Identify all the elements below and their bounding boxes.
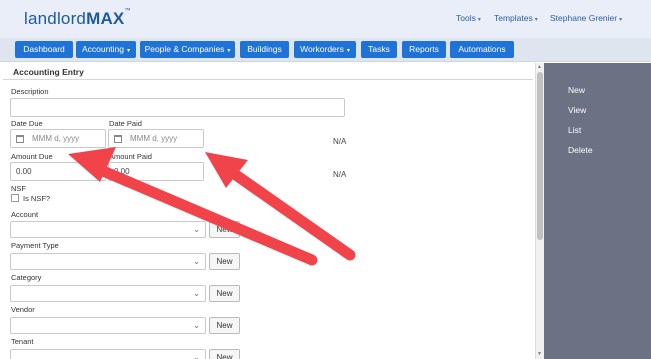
new-vendor-button[interactable]: New xyxy=(209,317,240,334)
chevron-down-icon: ▾ xyxy=(346,48,350,54)
payment-type-select[interactable]: ⌄ xyxy=(10,253,206,270)
tenant-label: Tenant xyxy=(11,337,34,346)
top-header: landlordMAX™ Tools ▾ Templates ▾ Stephane … xyxy=(0,0,651,38)
amount-due-input[interactable]: 0.00 xyxy=(10,162,106,181)
nsf-checkbox[interactable] xyxy=(11,194,19,202)
accounting-entry-form: Accounting Entry Description Date Due Da… xyxy=(0,63,536,359)
chevron-down-icon: ⌄ xyxy=(193,257,200,266)
nav-people-companies[interactable]: People & Companies ▾ xyxy=(140,41,235,58)
chevron-down-icon: ▾ xyxy=(127,48,131,54)
section-divider xyxy=(3,79,533,80)
vendor-label: Vendor xyxy=(11,305,35,314)
date-due-input[interactable]: MMM d, yyyy xyxy=(10,129,106,148)
chevron-down-icon: ⌄ xyxy=(193,321,200,330)
vendor-select[interactable]: ⌄ xyxy=(10,317,206,334)
templates-menu[interactable]: Templates ▾ xyxy=(494,13,538,23)
description-input[interactable] xyxy=(10,98,345,117)
nav-dashboard[interactable]: Dashboard xyxy=(15,41,73,58)
nsf-checkbox-label: Is NSF? xyxy=(23,194,51,203)
sidebar-item-delete[interactable]: Delete xyxy=(568,145,593,155)
action-sidebar: New View List Delete xyxy=(544,63,651,359)
nsf-label: NSF xyxy=(11,184,26,193)
nav-workorders[interactable]: Workorders ▾ xyxy=(294,41,356,58)
sidebar-item-new[interactable]: New xyxy=(568,85,585,95)
new-category-button[interactable]: New xyxy=(209,285,240,302)
amount-due-label: Amount Due xyxy=(11,152,53,161)
sidebar-item-list[interactable]: List xyxy=(568,125,581,135)
nav-accounting[interactable]: Accounting ▾ xyxy=(76,41,136,58)
chevron-down-icon: ⌄ xyxy=(193,289,200,298)
date-paid-input[interactable]: MMM d, yyyy xyxy=(108,129,204,148)
calendar-icon xyxy=(16,135,24,143)
chevron-down-icon: ▾ xyxy=(619,17,623,23)
scroll-down-icon[interactable]: ▼ xyxy=(537,351,542,357)
date-paid-status: N/A xyxy=(333,137,347,146)
date-due-placeholder: MMM d, yyyy xyxy=(32,134,80,143)
scrollbar-thumb[interactable] xyxy=(537,72,543,240)
section-title: Accounting Entry xyxy=(13,67,84,77)
date-paid-label: Date Paid xyxy=(109,119,142,128)
chevron-down-icon: ▾ xyxy=(534,17,538,23)
nav-reports[interactable]: Reports xyxy=(402,41,446,58)
main-nav: Dashboard Accounting ▾ People & Companies… xyxy=(0,38,651,62)
chevron-down-icon: ▾ xyxy=(477,17,481,23)
chevron-down-icon: ⌄ xyxy=(193,353,200,359)
new-tenant-button[interactable]: New xyxy=(209,349,240,359)
chevron-down-icon: ⌄ xyxy=(193,225,200,234)
account-select[interactable]: ⌄ xyxy=(10,221,206,238)
description-label: Description xyxy=(11,87,49,96)
tools-menu[interactable]: Tools ▾ xyxy=(456,13,481,23)
nav-tasks[interactable]: Tasks xyxy=(361,41,397,58)
new-payment-type-button[interactable]: New xyxy=(209,253,240,270)
date-due-label: Date Due xyxy=(11,119,43,128)
payment-type-label: Payment Type xyxy=(11,241,59,250)
category-label: Category xyxy=(11,273,42,282)
date-paid-placeholder: MMM d, yyyy xyxy=(130,134,178,143)
amount-paid-input[interactable]: 0.00 xyxy=(108,162,204,181)
amount-paid-label: Amount Paid xyxy=(109,152,152,161)
category-select[interactable]: ⌄ xyxy=(10,285,206,302)
amount-paid-status: N/A xyxy=(333,170,347,179)
chevron-down-icon: ▾ xyxy=(227,48,231,54)
calendar-icon xyxy=(114,135,122,143)
landlordmax-logo[interactable]: landlordMAX™ xyxy=(24,8,131,29)
tenant-select[interactable]: ⌄ xyxy=(10,349,206,359)
user-menu[interactable]: Stephane Grenier ▾ xyxy=(550,13,622,23)
scroll-up-icon[interactable]: ▲ xyxy=(537,64,542,70)
nav-automations[interactable]: Automations xyxy=(450,41,514,58)
nav-buildings[interactable]: Buildings xyxy=(240,41,289,58)
sidebar-item-view[interactable]: View xyxy=(568,105,586,115)
new-account-button[interactable]: New xyxy=(209,221,240,238)
account-label: Account xyxy=(11,210,39,219)
